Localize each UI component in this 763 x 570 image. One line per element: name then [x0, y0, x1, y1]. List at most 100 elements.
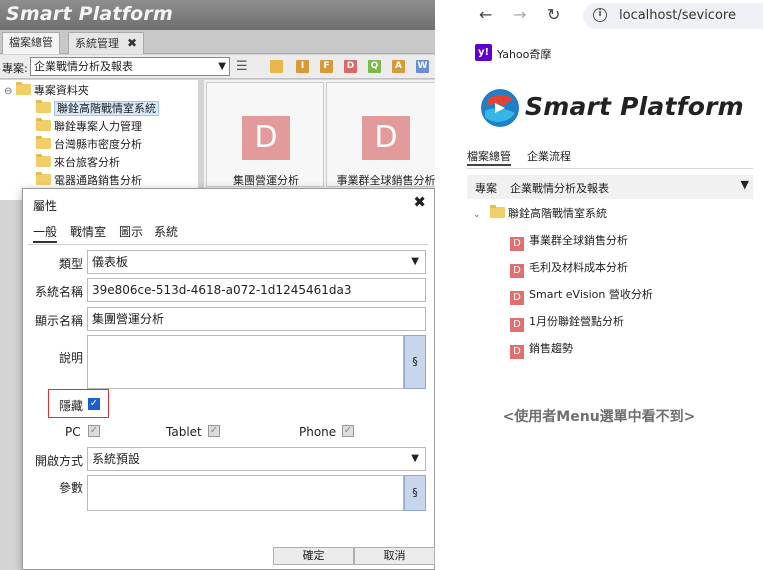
- sysname-field[interactable]: 39e806ce-513d-4618-a072-1d1245461da3: [87, 278, 426, 302]
- properties-dialog: 屬性 ✖ 一般 戰情室 圖示 系統 類型 儀表板 ▼ 系統名稱 39e806ce…: [22, 188, 435, 570]
- bookmark-yahoo[interactable]: Yahoo奇摩: [497, 46, 551, 62]
- tree-item[interactable]: D 1月份聯銓營點分析: [510, 313, 624, 332]
- tab-icon[interactable]: 圖示: [119, 223, 143, 240]
- list-view-icon[interactable]: ☰: [236, 59, 248, 74]
- tree-item[interactable]: D 銷售趨勢: [510, 340, 573, 359]
- dashboard-icon: D: [362, 116, 410, 160]
- open-mode-label: 開啟方式: [34, 454, 83, 468]
- tab-general[interactable]: 一般: [33, 223, 58, 243]
- device-pc-label: PC: [65, 425, 81, 439]
- tree-item[interactable]: 台灣縣市密度分析: [36, 136, 142, 154]
- i-icon[interactable]: I: [296, 60, 309, 73]
- smart-platform-logo-icon: [481, 89, 519, 127]
- tree-item-label: 毛利及材料成本分析: [529, 261, 628, 274]
- folder-add-icon[interactable]: [270, 60, 283, 73]
- folder-icon: [15, 82, 31, 95]
- tab-file-explorer[interactable]: 檔案總管: [2, 32, 60, 54]
- tree-item-label: 聯銓高階戰情室系統: [54, 101, 159, 116]
- cancel-button[interactable]: 取消: [354, 547, 435, 565]
- collapse-icon[interactable]: ⊖: [4, 86, 12, 97]
- project-value: 企業戰情分析及報表: [510, 182, 609, 195]
- script-icon[interactable]: §: [404, 335, 426, 389]
- tree-item-label: 事業群全球銷售分析: [529, 234, 628, 247]
- tree-item-label: 來台旅客分析: [54, 156, 120, 169]
- ok-button[interactable]: 確定: [273, 547, 354, 565]
- tab-war-room[interactable]: 戰情室: [70, 223, 106, 240]
- tree-item-label: 銷售趨勢: [529, 342, 573, 355]
- a-icon[interactable]: A: [392, 60, 405, 73]
- chevron-down-icon: ▼: [218, 61, 226, 72]
- sysname-label: 系統名稱: [34, 285, 83, 299]
- tree-item[interactable]: 聯銓專案人力管理: [36, 118, 142, 136]
- project-label: 專案: [475, 182, 497, 195]
- reload-icon[interactable]: ↻: [547, 5, 560, 24]
- app-header: Smart Platform: [0, 0, 435, 30]
- dashboard-icon: D: [510, 291, 524, 305]
- sysname-value: 39e806ce-513d-4618-a072-1d1245461da3: [92, 283, 352, 297]
- tree-item-label: Smart eVision 營收分析: [529, 288, 653, 301]
- tab-system-admin[interactable]: 系統管理 ✖: [68, 32, 145, 54]
- dashboard-icon: D: [510, 345, 524, 359]
- card-label: 事業群全球銷售分析: [336, 174, 436, 187]
- parameter-field[interactable]: [87, 475, 404, 511]
- tree-folder[interactable]: ⌄ 聯銓高階戰情室系統: [473, 205, 607, 223]
- close-icon[interactable]: ✖: [413, 193, 426, 211]
- folder-icon: [36, 136, 51, 149]
- f-icon[interactable]: F: [320, 60, 333, 73]
- tree-pane: ⊖ 專案資料夾 聯銓高階戰情室系統 聯銓專案人力管理 台灣縣市密度分析 來台旅客…: [0, 80, 198, 200]
- dashboard-icon: D: [510, 318, 524, 332]
- dashboard-card[interactable]: D 集團營運分析: [206, 82, 324, 187]
- close-icon[interactable]: ✖: [127, 36, 137, 50]
- display-name-value: 集團營運分析: [92, 312, 165, 326]
- project-label: 專案:: [2, 62, 28, 75]
- divider: [28, 244, 428, 245]
- chevron-down-icon[interactable]: ⌄: [473, 210, 481, 220]
- open-mode-select[interactable]: 系統預設 ▼: [87, 447, 426, 471]
- dashboard-icon: D: [242, 116, 290, 160]
- script-icon[interactable]: §: [404, 475, 426, 511]
- divider: [467, 168, 753, 169]
- yahoo-icon: y!: [475, 44, 492, 61]
- tree-item[interactable]: D 毛利及材料成本分析: [510, 259, 628, 278]
- info-icon[interactable]: i: [593, 8, 607, 22]
- type-select[interactable]: 儀表板 ▼: [87, 250, 426, 274]
- project-value: 企業戰情分析及報表: [34, 60, 133, 73]
- app-title: Smart Platform: [6, 3, 173, 25]
- back-icon[interactable]: ←: [479, 5, 492, 24]
- tree-item[interactable]: D 事業群全球銷售分析: [510, 232, 628, 251]
- device-phone-label: Phone: [299, 425, 337, 439]
- display-name-field[interactable]: 集團營運分析: [87, 307, 426, 331]
- tree-folder-label: 聯銓高階戰情室系統: [508, 207, 608, 220]
- folder-icon: [36, 154, 51, 167]
- project-select[interactable]: 專案 企業戰情分析及報表 ▼: [467, 175, 753, 199]
- tree-item[interactable]: D Smart eVision 營收分析: [510, 286, 653, 305]
- tree-item[interactable]: 聯銓高階戰情室系統: [36, 100, 159, 118]
- address-bar[interactable]: i localhost/sevicore: [583, 3, 763, 29]
- folder-icon: [490, 205, 506, 218]
- description-label: 說明: [58, 351, 83, 365]
- card-area: D 集團營運分析 D 事業群全球銷售分析: [204, 80, 435, 190]
- chevron-down-icon: ▼: [411, 453, 419, 464]
- tab-file-explorer[interactable]: 檔案總管: [467, 148, 511, 166]
- description-field[interactable]: [87, 335, 404, 389]
- tree-root[interactable]: ⊖ 專案資料夾: [4, 82, 89, 100]
- tab-system[interactable]: 系統: [154, 223, 178, 240]
- phone-checkbox[interactable]: ✓: [342, 425, 354, 437]
- chevron-down-icon: ▼: [740, 178, 749, 191]
- dashboard-card[interactable]: D 事業群全球銷售分析: [326, 82, 435, 187]
- q-icon[interactable]: Q: [368, 60, 381, 73]
- d-icon[interactable]: D: [344, 60, 357, 73]
- tab-enterprise-process[interactable]: 企業流程: [527, 148, 571, 164]
- tree-item[interactable]: 來台旅客分析: [36, 154, 120, 172]
- pc-checkbox[interactable]: ✓: [88, 425, 100, 437]
- folder-icon: [36, 100, 51, 113]
- forward-icon[interactable]: →: [513, 5, 526, 24]
- project-select[interactable]: 企業戰情分析及報表 ▼: [30, 57, 230, 76]
- dashboard-icon: D: [510, 237, 524, 251]
- dialog-title: 屬性: [33, 199, 58, 213]
- hide-checkbox[interactable]: ✓: [88, 398, 100, 410]
- w-icon[interactable]: W: [416, 60, 429, 73]
- tablet-checkbox[interactable]: ✓: [208, 425, 220, 437]
- hide-label: 隱藏: [58, 399, 83, 413]
- main-tabbar: 檔案總管 系統管理 ✖: [0, 30, 435, 54]
